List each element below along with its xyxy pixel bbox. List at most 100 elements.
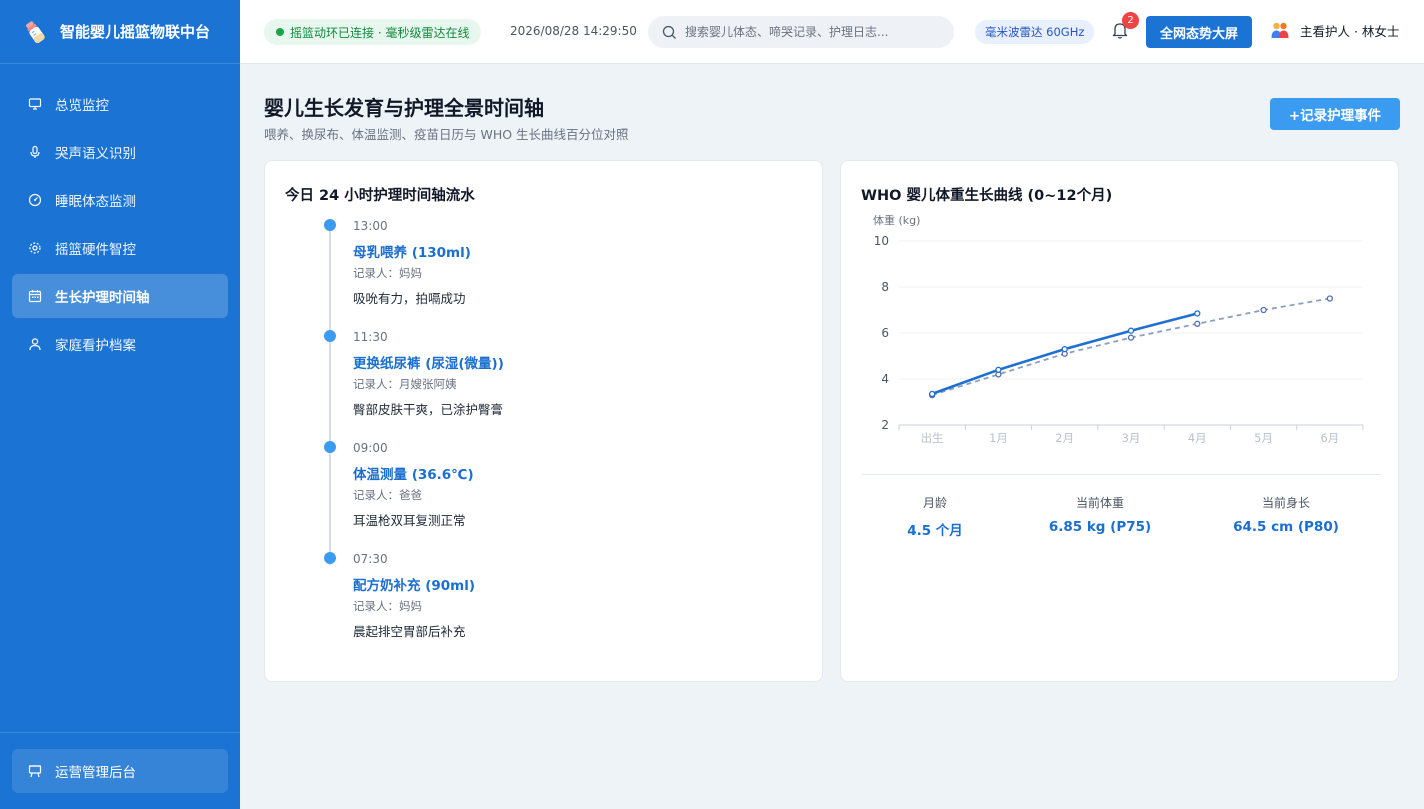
microphone-icon — [28, 145, 42, 159]
baby-weight-point — [928, 390, 936, 398]
sidebar-item-label: 生长护理时间轴 — [55, 290, 150, 306]
event-time: 09:00 — [353, 441, 388, 455]
weight-growth-chart: 体重 (kg) 2 4 6 8 10 出生 1月 2月 3月 4月 5月 6月 — [873, 213, 1364, 445]
page-subtitle: 喂养、换尿布、体温监测、疫苗日历与 WHO 生长曲线百分位对照 — [264, 127, 629, 142]
stat-value: 6.85 kg (P75) — [1048, 519, 1152, 535]
sidebar-item-label: 哭声语义识别 — [55, 146, 136, 162]
timeline-dot-icon — [324, 552, 336, 564]
search-input[interactable] — [685, 25, 925, 39]
x-tick-label: 4月 — [1188, 431, 1207, 445]
stat-value: 4.5 个月 — [907, 523, 963, 539]
stat-label: 当前身长 — [1261, 496, 1310, 510]
monitor-icon — [28, 97, 42, 111]
presentation-board-icon — [28, 764, 42, 778]
x-tick-label: 5月 — [1254, 431, 1273, 445]
app-title: 智能婴儿摇篮物联中台 — [60, 22, 211, 41]
family-avatar-icon — [1271, 22, 1289, 38]
timeline-dot-icon — [324, 330, 336, 342]
baby-weight-point — [1061, 345, 1068, 353]
status-dot-icon — [276, 28, 284, 36]
event-recorder: 记录人：月嫂张阿姨 — [353, 377, 457, 391]
user-icon — [28, 337, 42, 351]
sidebar-item-label: 摇篮硬件智控 — [55, 242, 136, 258]
x-tick-label: 出生 — [921, 431, 944, 445]
timeline-card-title: 今日 24 小时护理时间轴流水 — [285, 188, 475, 204]
event-title: 配方奶补充 (90ml) — [353, 578, 476, 594]
sidebar-item-family-archive[interactable]: 家庭看护档案 — [12, 322, 228, 366]
growth-chart-card: WHO 婴儿体重生长曲线 (0~12个月) 体重 (kg) 2 4 6 8 10 出生 1月 2… — [840, 160, 1399, 682]
brand: 智能婴儿摇篮物联中台 — [0, 0, 240, 64]
connection-status-text: 摇篮动环已连接 · 毫秒级雷达在线 — [290, 25, 470, 40]
sidebar-footer: 运营管理后台 — [0, 732, 240, 809]
y-tick-label: 6 — [881, 326, 889, 340]
timeline-dot-icon — [324, 441, 336, 453]
event-time: 11:30 — [353, 330, 388, 344]
sidebar-item-overview[interactable]: 总览监控 — [12, 82, 228, 126]
page-title: 婴儿生长发育与护理全景时间轴 — [264, 96, 544, 120]
sidebar-item-cry-recognition[interactable]: 哭声语义识别 — [12, 130, 228, 174]
sidebar-item-label: 睡眠体态监测 — [55, 194, 136, 210]
event-title: 体温测量 (36.6℃) — [353, 467, 474, 483]
current-datetime: 2026/08/28 14:29:50 — [510, 24, 637, 38]
user-name: 主看护人 · 林女士 — [1300, 23, 1400, 39]
y-tick-label: 8 — [881, 280, 889, 294]
notification-count-badge: 2 — [1122, 12, 1139, 29]
event-title: 母乳喂养 (130ml) — [353, 245, 471, 261]
sidebar-item-label: 家庭看护档案 — [55, 338, 136, 354]
y-tick-label: 4 — [881, 372, 889, 386]
stat-value: 64.5 cm (P80) — [1233, 519, 1339, 535]
record-care-event-button[interactable]: +记录护理事件 — [1270, 98, 1400, 130]
admin-console-button[interactable]: 运营管理后台 — [12, 749, 228, 793]
stats-divider — [861, 474, 1380, 475]
calendar-icon — [28, 289, 42, 303]
who-reference-point — [1194, 320, 1201, 327]
gauge-icon — [28, 193, 42, 207]
connection-status-badge: 摇篮动环已连接 · 毫秒级雷达在线 — [264, 19, 482, 45]
stat-age: 月龄 4.5 个月 — [855, 494, 1015, 539]
who-reference-point — [1260, 306, 1267, 314]
who-reference-point — [1127, 334, 1135, 341]
stat-label: 当前体重 — [1075, 496, 1124, 510]
baby-weight-point — [1127, 327, 1135, 334]
who-reference-point — [1326, 295, 1334, 302]
event-note: 吸吮有力，拍嗝成功 — [353, 291, 466, 306]
notification-button[interactable]: 2 — [1110, 12, 1139, 42]
admin-console-label: 运营管理后台 — [55, 765, 136, 781]
gear-icon — [28, 241, 42, 255]
timeline-dot-icon — [324, 219, 336, 231]
baby-weight-point — [1194, 310, 1201, 317]
y-axis-label: 体重 (kg) — [873, 213, 920, 227]
sidebar: 智能婴儿摇篮物联中台 总览监控 哭声语义识别 睡眠体态监测 摇篮硬件智控 生长护… — [0, 0, 240, 809]
sidebar-item-growth-timeline[interactable]: 生长护理时间轴 — [12, 274, 228, 318]
y-tick-label: 10 — [874, 234, 889, 248]
x-tick-label: 3月 — [1122, 431, 1141, 445]
event-recorder: 记录人：妈妈 — [353, 599, 422, 613]
x-tick-label: 2月 — [1055, 431, 1074, 445]
big-screen-button[interactable]: 全网态势大屏 — [1146, 16, 1252, 48]
radar-tag: 毫米波雷达 60GHz — [975, 20, 1095, 44]
y-tick-label: 2 — [881, 418, 889, 432]
search-box[interactable] — [648, 16, 954, 48]
top-bar: 摇篮动环已连接 · 毫秒级雷达在线 2026/08/28 14:29:50 毫米… — [240, 0, 1424, 64]
who-reference-line — [931, 297, 1331, 396]
stat-length: 当前身长 64.5 cm (P80) — [1206, 494, 1366, 535]
event-time: 13:00 — [353, 219, 388, 233]
x-tick-label: 1月 — [989, 431, 1008, 445]
stat-label: 月龄 — [922, 496, 947, 510]
sidebar-item-hardware-control[interactable]: 摇篮硬件智控 — [12, 226, 228, 270]
sidebar-item-sleep-posture[interactable]: 睡眠体态监测 — [12, 178, 228, 222]
baby-weight-point — [995, 366, 1002, 373]
event-note: 耳温枪双耳复测正常 — [353, 513, 466, 528]
stat-weight: 当前体重 6.85 kg (P75) — [1020, 494, 1180, 535]
x-tick-label: 6月 — [1320, 431, 1339, 445]
growth-card-title: WHO 婴儿体重生长曲线 (0~12个月) — [861, 188, 1113, 204]
event-note: 晨起排空胃部后补充 — [353, 624, 466, 639]
event-recorder: 记录人：妈妈 — [353, 266, 422, 280]
sidebar-item-label: 总览监控 — [55, 98, 109, 114]
baby-bottle-icon — [26, 20, 45, 43]
search-icon — [662, 25, 676, 39]
user-menu[interactable]: 主看护人 · 林女士 — [1270, 20, 1399, 40]
event-time: 07:30 — [353, 552, 388, 566]
timeline-axis — [329, 227, 331, 565]
event-recorder: 记录人：爸爸 — [353, 488, 422, 502]
